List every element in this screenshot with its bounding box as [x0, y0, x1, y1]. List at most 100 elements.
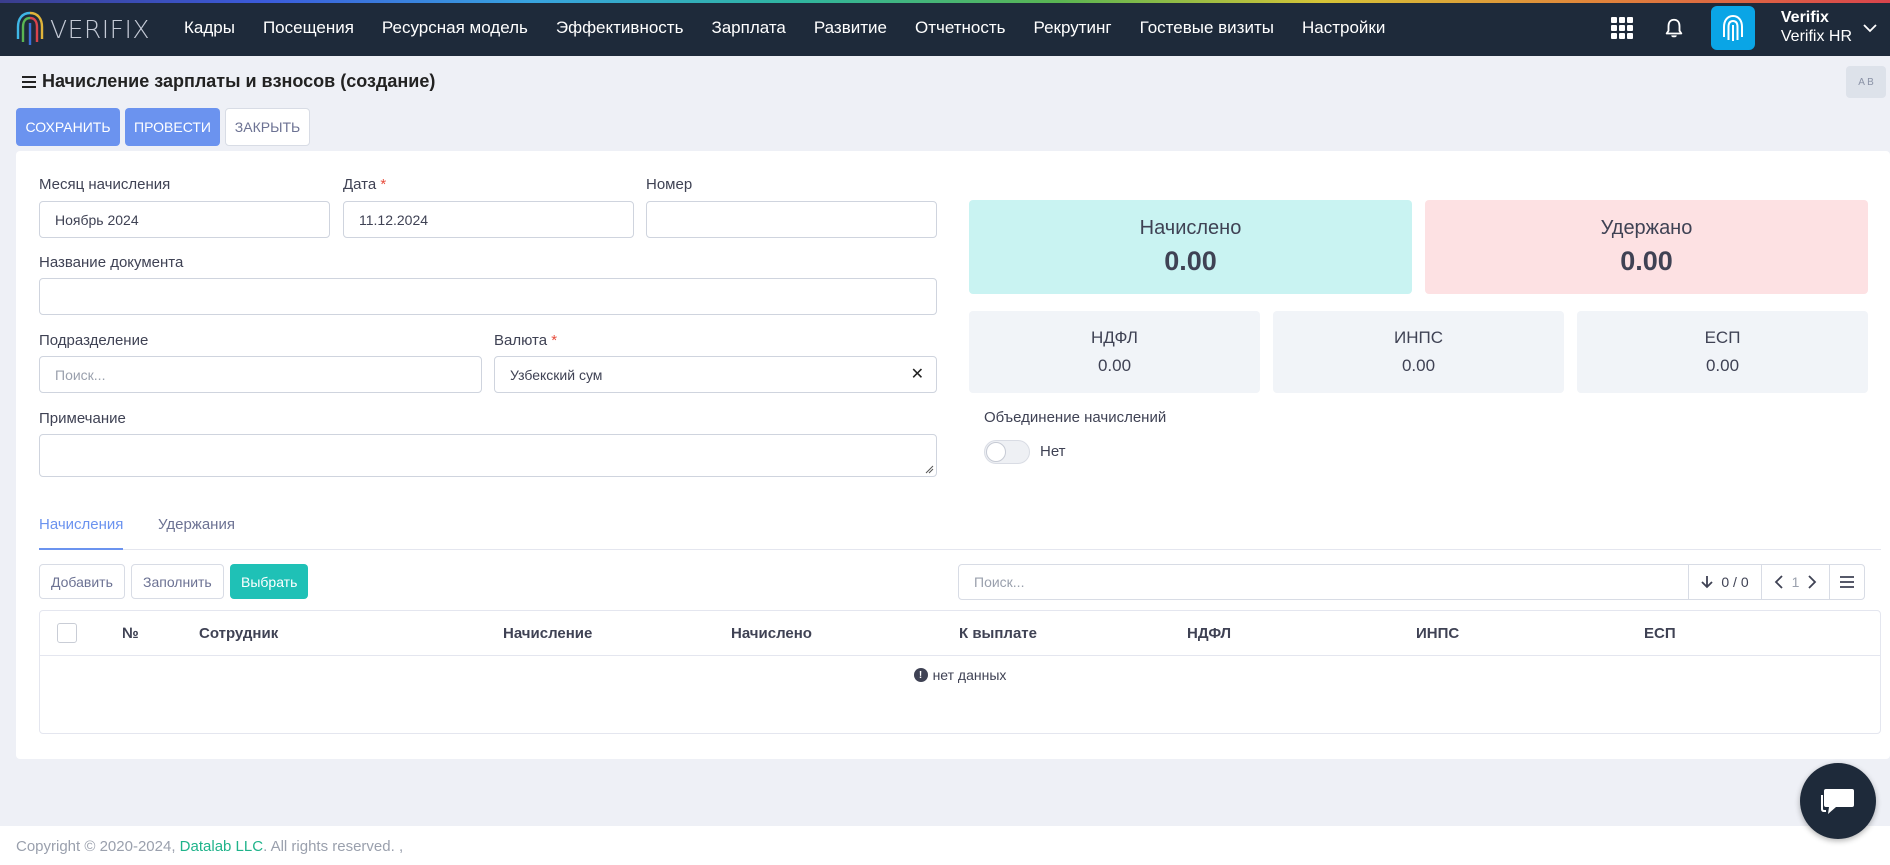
select-button[interactable]: Выбрать — [230, 564, 309, 599]
document-name-label: Название документа — [39, 254, 184, 271]
menu-icon[interactable] — [22, 75, 36, 88]
month-value: Ноябрь 2024 — [55, 211, 139, 228]
nav-item-guest-visits[interactable]: Гостевые визиты — [1126, 18, 1288, 38]
chevron-right-icon[interactable] — [1807, 575, 1817, 589]
column-settings-button[interactable] — [1830, 565, 1864, 599]
column-number[interactable]: № — [122, 625, 139, 642]
ndfl-value: 0.00 — [1097, 356, 1132, 375]
fingerprint-icon — [1722, 15, 1743, 41]
column-ndfl[interactable]: НДФЛ — [1187, 625, 1231, 642]
arrow-down-icon — [1701, 576, 1714, 589]
nav-item-recruiting[interactable]: Рекрутинг — [1020, 18, 1126, 38]
accrued-label: Начислено — [1139, 217, 1242, 239]
currency-select[interactable]: Узбекский сум ✕ — [494, 356, 937, 393]
add-button[interactable]: Добавить — [39, 564, 125, 599]
page-number: 1 — [1791, 574, 1800, 590]
document-name-input[interactable] — [39, 278, 937, 315]
document-toolbar: СОХРАНИТЬ ПРОВЕСТИ ЗАКРЫТЬ — [16, 108, 310, 146]
division-placeholder: Поиск... — [55, 366, 106, 383]
inps-value: 0.00 — [1401, 356, 1436, 375]
esp-summary: ЕСП 0.00 — [1577, 311, 1868, 393]
top-navbar: VERIFIX Кадры Посещения Ресурсная модель… — [0, 0, 1890, 56]
ndfl-summary: НДФЛ 0.00 — [969, 311, 1260, 393]
tab-accruals[interactable]: Начисления — [39, 516, 124, 550]
nav-item-development[interactable]: Развитие — [800, 18, 901, 38]
nav-item-reports[interactable]: Отчетность — [901, 18, 1020, 38]
inps-summary: ИНПС 0.00 — [1273, 311, 1564, 393]
nav-item-efficiency[interactable]: Эффективность — [542, 18, 698, 38]
withheld-value: 0.00 — [1620, 246, 1673, 276]
column-esp[interactable]: ЕСП — [1644, 625, 1676, 642]
date-label: Дата * — [343, 176, 386, 193]
month-label: Месяц начисления — [39, 176, 171, 193]
document-form-card: Месяц начисления Ноябрь 2024 Дата * 11.1… — [16, 151, 1890, 759]
clear-icon[interactable]: ✕ — [911, 366, 924, 384]
chat-support-button[interactable] — [1800, 763, 1876, 839]
esp-value: 0.00 — [1705, 356, 1740, 375]
column-to-pay[interactable]: К выплате — [959, 625, 1037, 642]
user-name: Verifix — [1780, 9, 1829, 26]
avatar[interactable] — [1710, 6, 1755, 50]
number-input[interactable] — [646, 201, 937, 238]
top-right-actions: Verifix Verifix HR — [1610, 0, 1890, 56]
info-icon: ! — [913, 668, 928, 682]
nav-item-kadry[interactable]: Кадры — [170, 18, 249, 38]
user-company: Verifix HR — [1780, 28, 1852, 45]
column-accrual[interactable]: Начисление — [503, 625, 592, 642]
sort-count[interactable]: 0 / 0 — [1689, 565, 1762, 599]
withheld-label: Удержано — [1600, 217, 1693, 239]
tab-deductions[interactable]: Удержания — [158, 516, 235, 550]
note-textarea[interactable] — [39, 434, 937, 477]
close-button[interactable]: ЗАКРЫТЬ — [225, 108, 310, 146]
user-menu[interactable]: Verifix Verifix HR — [1781, 9, 1852, 47]
resize-handle-icon[interactable] — [924, 464, 934, 474]
accruals-table: № Сотрудник Начисление Начислено К выпла… — [39, 610, 1881, 734]
esp-label: ЕСП — [1704, 328, 1741, 347]
nav-item-resource-model[interactable]: Ресурсная модель — [368, 18, 542, 38]
nav-item-settings[interactable]: Настройки — [1288, 18, 1399, 38]
column-inps[interactable]: ИНПС — [1416, 625, 1459, 642]
ndfl-label: НДФЛ — [1091, 328, 1138, 347]
nav-item-attendance[interactable]: Посещения — [249, 18, 368, 38]
page-title: Начисление зарплаты и взносов (создание) — [22, 71, 435, 92]
table-search-input[interactable]: Поиск... — [959, 565, 1689, 599]
required-mark: * — [380, 176, 387, 193]
accrued-summary: Начислено 0.00 — [969, 200, 1412, 294]
division-search-input[interactable]: Поиск... — [39, 356, 482, 393]
date-input[interactable]: 11.12.2024 — [343, 201, 634, 238]
inps-label: ИНПС — [1394, 328, 1443, 347]
bell-icon[interactable] — [1663, 17, 1685, 39]
withheld-summary: Удержано 0.00 — [1425, 200, 1868, 294]
footer-text: Copyright © 2020-2024, Datalab LLC. All … — [16, 838, 403, 855]
merge-label: Объединение начислений — [984, 409, 1167, 426]
month-input[interactable]: Ноябрь 2024 — [39, 201, 330, 238]
apps-grid-icon[interactable] — [1610, 17, 1633, 39]
footer-company-link[interactable]: Datalab LLC — [180, 838, 263, 855]
save-button[interactable]: СОХРАНИТЬ — [16, 108, 120, 146]
column-accrued[interactable]: Начислено — [731, 625, 812, 642]
merge-state: Нет — [1040, 443, 1066, 460]
empty-text: нет данных — [932, 667, 1007, 683]
post-button[interactable]: ПРОВЕСТИ — [125, 108, 220, 146]
footer-copyright: Copyright © 2020-2024, — [16, 838, 176, 855]
column-employee[interactable]: Сотрудник — [199, 625, 278, 642]
list-icon — [1840, 576, 1854, 588]
table-header: № Сотрудник Начисление Начислено К выпла… — [40, 611, 1880, 656]
row-count: 0 / 0 — [1721, 574, 1749, 590]
currency-label-text: Валюта — [494, 332, 548, 349]
translate-button[interactable]: A B — [1846, 66, 1886, 98]
table-search-group: Поиск... 0 / 0 1 — [958, 564, 1865, 600]
table-search-placeholder: Поиск... — [974, 574, 1025, 590]
logo-text: VERIFIX — [50, 14, 151, 44]
logo[interactable]: VERIFIX — [14, 9, 150, 49]
chevron-left-icon[interactable] — [1774, 575, 1784, 589]
note-label: Примечание — [39, 410, 126, 427]
date-value: 11.12.2024 — [359, 211, 429, 228]
merge-toggle[interactable] — [984, 440, 1030, 464]
chevron-down-icon[interactable] — [1862, 20, 1878, 36]
nav-item-payroll[interactable]: Зарплата — [697, 18, 799, 38]
select-all-checkbox[interactable] — [57, 623, 77, 643]
currency-label: Валюта * — [494, 332, 557, 349]
number-label: Номер — [646, 176, 693, 193]
fill-button[interactable]: Заполнить — [131, 564, 224, 599]
